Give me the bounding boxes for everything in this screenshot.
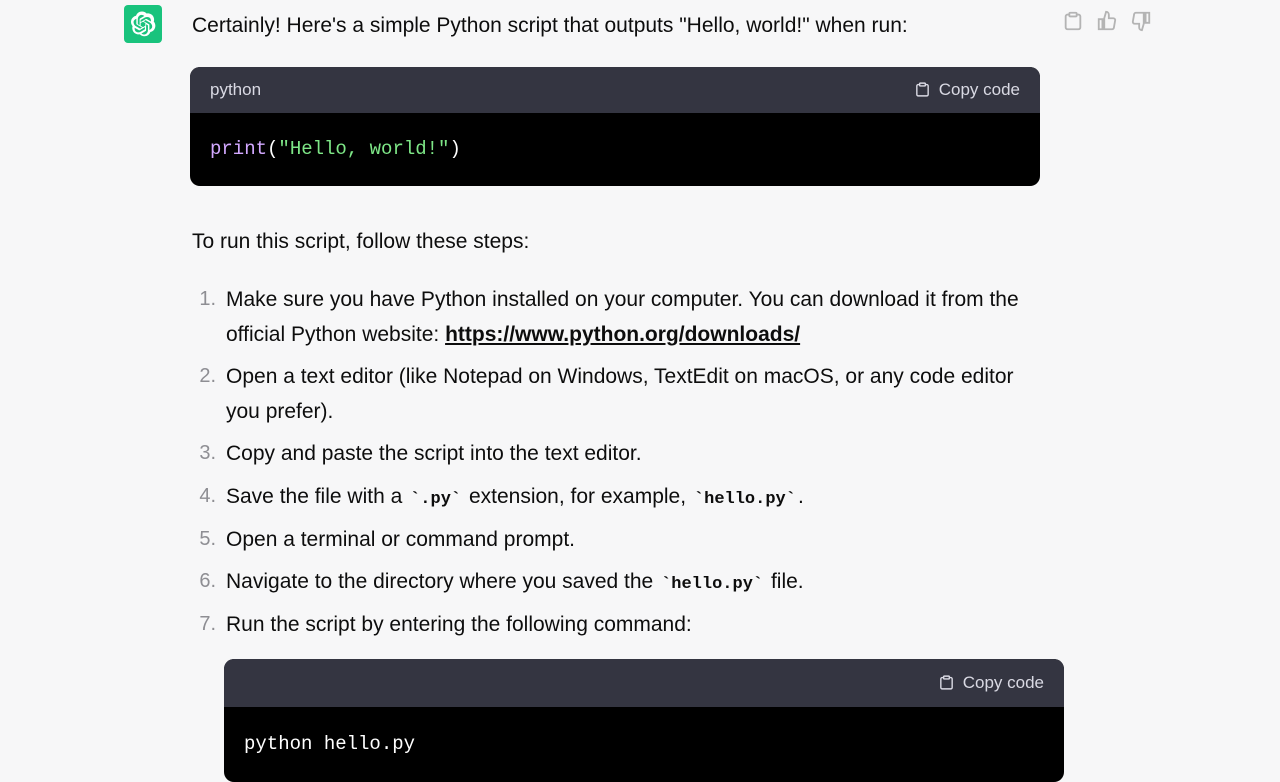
code-block-1: python Copy code print("Hello, world!") — [190, 67, 1040, 187]
copy-code-button[interactable]: Copy code — [938, 669, 1044, 697]
assistant-message: Certainly! Here's a simple Python script… — [0, 0, 1280, 782]
clipboard-icon — [938, 674, 955, 691]
python-download-link[interactable]: https://www.python.org/downloads/ — [445, 323, 800, 346]
inline-code: `hello.py` — [692, 489, 798, 510]
code-body: print("Hello, world!") — [190, 113, 1040, 186]
inline-code: `.py` — [408, 489, 463, 510]
list-item: Open a terminal or command prompt. — [192, 523, 1042, 558]
list-item: Make sure you have Python installed on y… — [192, 283, 1042, 352]
code-block-2: Copy code python hello.py — [224, 659, 1064, 782]
intro-text: Certainly! Here's a simple Python script… — [192, 10, 1042, 43]
steps-list: Make sure you have Python installed on y… — [192, 283, 1042, 782]
inline-code: `hello.py` — [659, 574, 765, 595]
clipboard-icon — [1062, 10, 1084, 32]
copy-code-label: Copy code — [939, 77, 1020, 103]
code-header: python Copy code — [190, 67, 1040, 113]
code-body: python hello.py — [224, 707, 1064, 782]
list-item: Run the script by entering the following… — [192, 608, 1042, 782]
code-header: Copy code — [224, 659, 1064, 707]
message-actions — [1062, 10, 1152, 32]
list-item: Navigate to the directory where you save… — [192, 565, 1042, 600]
list-item: Save the file with a `.py` extension, fo… — [192, 480, 1042, 515]
list-item: Copy and paste the script into the text … — [192, 437, 1042, 472]
steps-intro: To run this script, follow these steps: — [192, 226, 1042, 259]
thumbs-up-icon — [1096, 10, 1118, 32]
thumbs-down-icon — [1130, 10, 1152, 32]
clipboard-icon — [914, 81, 931, 98]
copy-code-label: Copy code — [963, 669, 1044, 697]
openai-logo-icon — [130, 11, 156, 37]
copy-message-button[interactable] — [1062, 10, 1084, 32]
list-item: Open a text editor (like Notepad on Wind… — [192, 360, 1042, 429]
copy-code-button[interactable]: Copy code — [914, 77, 1020, 103]
code-language-label: python — [210, 77, 261, 103]
thumbs-down-button[interactable] — [1130, 10, 1152, 32]
thumbs-up-button[interactable] — [1096, 10, 1118, 32]
assistant-avatar — [124, 5, 162, 43]
message-content: Certainly! Here's a simple Python script… — [192, 10, 1042, 782]
